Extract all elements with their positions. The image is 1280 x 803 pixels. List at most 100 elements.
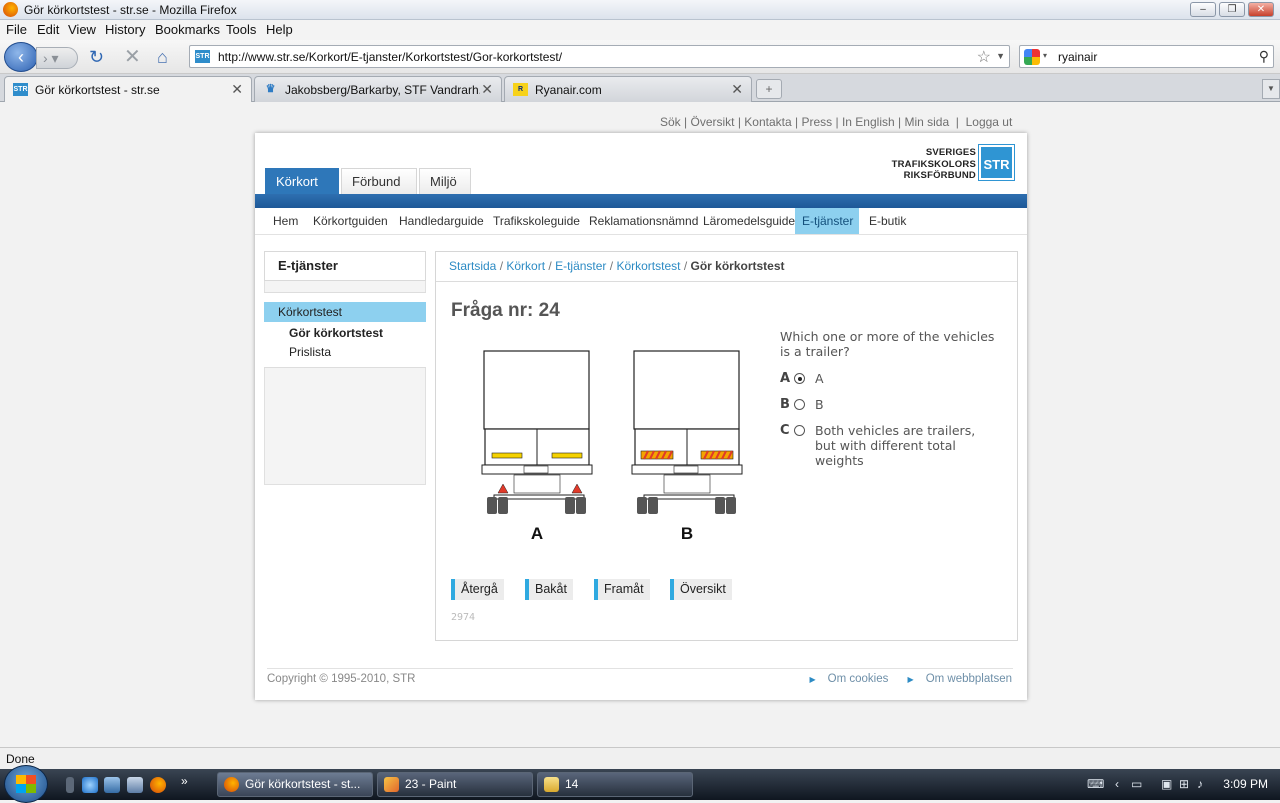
google-icon[interactable] bbox=[1024, 49, 1040, 65]
search-bar[interactable]: ▾ ryainair ⚲ bbox=[1019, 45, 1274, 68]
sidebar-item-prislista[interactable]: Prislista bbox=[289, 345, 331, 359]
menu-bookmarks[interactable]: Bookmarks bbox=[155, 22, 220, 37]
subnav-laromedelsguide[interactable]: Läromedelsguide bbox=[696, 208, 802, 234]
taskbar-item-firefox[interactable]: Gör körkortstest - st... bbox=[217, 772, 373, 797]
start-button[interactable] bbox=[4, 765, 48, 803]
show-desktop-icon[interactable] bbox=[104, 777, 120, 793]
option-text: A bbox=[815, 371, 824, 386]
footer-links: ▶ Om cookies ▶ Om webbplatsen bbox=[793, 673, 1012, 685]
radio-option-a[interactable] bbox=[794, 373, 805, 384]
minimize-button[interactable]: – bbox=[1190, 2, 1216, 17]
url-bar[interactable]: STR http://www.str.se/Korkort/E-tjanster… bbox=[189, 45, 1010, 68]
tab-ryanair[interactable]: R Ryanair.com ✕ bbox=[504, 76, 752, 102]
subnav-e-butik[interactable]: E-butik bbox=[862, 208, 913, 234]
subnav-handledarguide[interactable]: Handledarguide bbox=[392, 208, 491, 234]
reload-icon[interactable]: ↻ bbox=[89, 48, 104, 66]
bookmark-star-icon[interactable]: ☆ bbox=[977, 47, 991, 67]
top-link-kontakta[interactable]: Kontakta bbox=[744, 115, 791, 129]
sidebar-item-korkortstest[interactable]: Körkortstest bbox=[264, 302, 426, 322]
url-dropdown-icon[interactable]: ▼ bbox=[996, 51, 1005, 61]
internet-explorer-icon[interactable] bbox=[82, 777, 98, 793]
new-tab-button[interactable]: + bbox=[756, 79, 782, 99]
top-link-oversikt[interactable]: Översikt bbox=[690, 115, 734, 129]
menu-view[interactable]: View bbox=[68, 22, 96, 37]
clipboard-icon[interactable]: ▣ bbox=[1161, 777, 1172, 791]
top-link-min-sida[interactable]: Min sida bbox=[904, 115, 949, 129]
maximize-button[interactable]: ❐ bbox=[1219, 2, 1245, 17]
menu-edit[interactable]: Edit bbox=[37, 22, 59, 37]
breadcrumb-korkortstest[interactable]: Körkortstest bbox=[616, 259, 680, 273]
home-icon[interactable]: ⌂ bbox=[157, 48, 168, 66]
radio-option-b[interactable] bbox=[794, 399, 805, 410]
menu-tools[interactable]: Tools bbox=[226, 22, 256, 37]
tray-expand-icon[interactable]: ‹ bbox=[1115, 777, 1119, 791]
question-id: 2974 bbox=[451, 612, 476, 623]
taskbar-item-paint[interactable]: 23 - Paint bbox=[377, 772, 533, 797]
volume-icon[interactable]: ♪ bbox=[1197, 777, 1203, 791]
overview-button[interactable]: Översikt bbox=[670, 579, 732, 600]
answer-option-c[interactable]: C Both vehicles are trailers, but with d… bbox=[780, 423, 995, 469]
firefox-quicklaunch-icon[interactable] bbox=[150, 777, 166, 793]
str-logo[interactable]: SVERIGES TRAFIKSKOLORS RIKSFÖRBUND STR bbox=[890, 144, 1015, 181]
back-button[interactable]: ‹ bbox=[4, 42, 38, 72]
taskbar-item-folder[interactable]: 14 bbox=[537, 772, 693, 797]
footer-divider bbox=[267, 668, 1013, 669]
close-tab-icon[interactable]: ✕ bbox=[231, 81, 243, 98]
tab-stf[interactable]: ♛ Jakobsberg/Barkarby, STF Vandrarh... ✕ bbox=[254, 76, 502, 102]
vehicle-b-illustration bbox=[631, 350, 743, 514]
next-button[interactable]: Framåt bbox=[594, 579, 650, 600]
tab-list-button[interactable]: ▼ bbox=[1262, 79, 1280, 99]
clock[interactable]: 3:09 PM bbox=[1223, 777, 1268, 791]
sidebar-menu: Körkortstest Gör körkortstest Prislista bbox=[264, 292, 426, 368]
main-tab-miljo[interactable]: Miljö bbox=[419, 168, 471, 194]
tab-str[interactable]: STR Gör körkortstest - str.se ✕ bbox=[4, 76, 252, 103]
menu-file[interactable]: File bbox=[6, 22, 27, 37]
search-engine-dropdown-icon[interactable]: ▾ bbox=[1043, 51, 1047, 60]
browser-content: Sök | Översikt | Kontakta | Press | In E… bbox=[0, 102, 1280, 747]
answer-option-a[interactable]: A A bbox=[780, 371, 995, 387]
subnav-hem[interactable]: Hem bbox=[266, 208, 305, 234]
close-tab-icon[interactable]: ✕ bbox=[481, 81, 493, 98]
search-icon[interactable]: ⚲ bbox=[1259, 48, 1269, 65]
sidebar-item-gor-korkortstest[interactable]: Gör körkortstest bbox=[289, 326, 383, 340]
subnav-trafikskoleguide[interactable]: Trafikskoleguide bbox=[486, 208, 587, 234]
site-favicon: STR bbox=[195, 50, 210, 63]
breadcrumb-startsida[interactable]: Startsida bbox=[449, 259, 496, 273]
stop-icon[interactable]: ✕ bbox=[124, 47, 141, 67]
taskbar: » Gör körkortstest - st... 23 - Paint 14… bbox=[0, 765, 1280, 803]
top-link-in-english[interactable]: In English bbox=[842, 115, 895, 129]
keyboard-icon[interactable]: ⌨ bbox=[1087, 777, 1104, 791]
vehicle-a-illustration bbox=[481, 350, 593, 514]
subnav-korkortguiden[interactable]: Körkortguiden bbox=[306, 208, 395, 234]
tab-title: Ryanair.com bbox=[535, 83, 602, 97]
forward-button[interactable]: › ▾ bbox=[36, 47, 78, 69]
subnav-reklamationsnamnd[interactable]: Reklamationsnämnd bbox=[582, 208, 705, 234]
close-tab-icon[interactable]: ✕ bbox=[731, 81, 743, 98]
footer-link-webbplatsen[interactable]: ▶ Om webbplatsen bbox=[900, 673, 1012, 685]
menu-help[interactable]: Help bbox=[266, 22, 293, 37]
quicklaunch-overflow-icon[interactable]: » bbox=[181, 774, 188, 788]
switch-windows-icon[interactable] bbox=[127, 777, 143, 793]
question-heading: Fråga nr: 24 bbox=[451, 300, 560, 321]
network-icon[interactable]: ⊞ bbox=[1179, 777, 1189, 791]
return-button[interactable]: Återgå bbox=[451, 579, 504, 600]
footer-link-cookies[interactable]: ▶ Om cookies bbox=[801, 673, 888, 685]
top-link-sok[interactable]: Sök bbox=[660, 115, 681, 129]
window-title: Gör körkortstest - str.se - Mozilla Fire… bbox=[24, 3, 237, 17]
tray-device-icon[interactable]: ▭ bbox=[1131, 777, 1142, 791]
breadcrumb-e-tjanster[interactable]: E-tjänster bbox=[555, 259, 606, 273]
radio-option-c[interactable] bbox=[794, 425, 805, 436]
menu-history[interactable]: History bbox=[105, 22, 145, 37]
search-input[interactable]: ryainair bbox=[1058, 50, 1097, 64]
close-window-button[interactable]: ✕ bbox=[1248, 2, 1274, 17]
option-letter: B bbox=[780, 397, 790, 412]
main-tab-forbund[interactable]: Förbund bbox=[341, 168, 417, 194]
main-tab-korkort[interactable]: Körkort bbox=[265, 168, 339, 194]
top-link-press[interactable]: Press bbox=[801, 115, 832, 129]
window-titlebar: Gör körkortstest - str.se - Mozilla Fire… bbox=[0, 0, 1280, 20]
previous-button[interactable]: Bakåt bbox=[525, 579, 573, 600]
breadcrumb-korkort[interactable]: Körkort bbox=[506, 259, 545, 273]
subnav-e-tjanster[interactable]: E-tjänster bbox=[795, 208, 859, 234]
answer-option-b[interactable]: B B bbox=[780, 397, 995, 413]
top-link-logga-ut[interactable]: Logga ut bbox=[966, 115, 1013, 129]
